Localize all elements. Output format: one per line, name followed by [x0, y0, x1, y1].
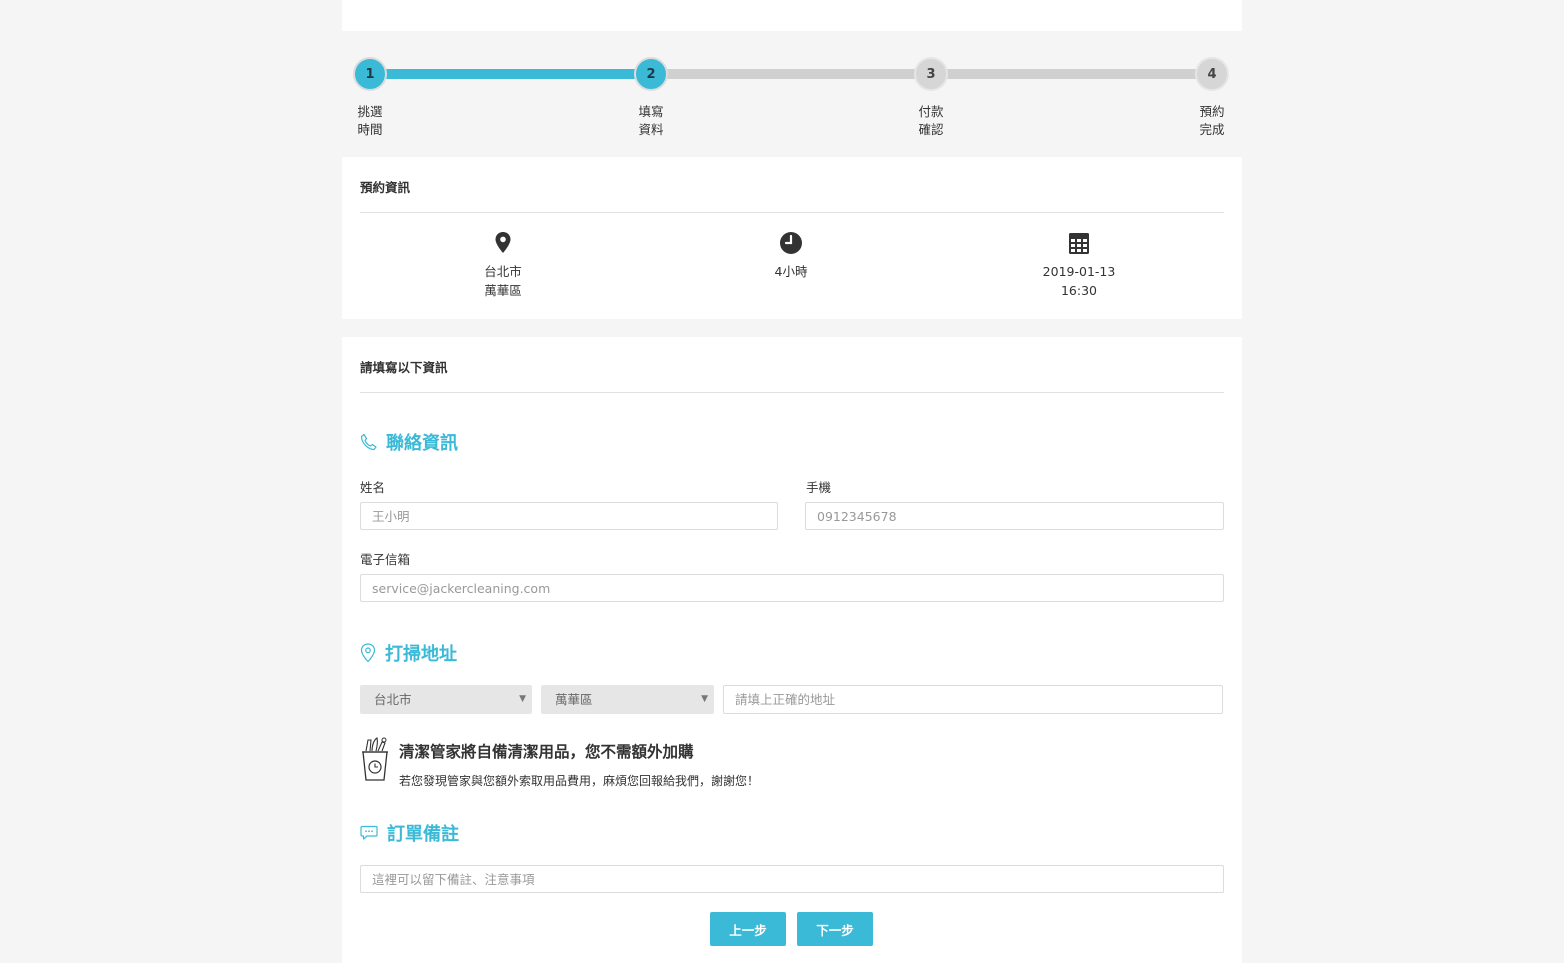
next-step-button[interactable]: 下一步 [797, 912, 873, 946]
progress-stepper: 1 2 3 4 挑選 時間 填寫 資料 付款 確認 預約 完成 [342, 31, 1242, 157]
stepper-track-fill [370, 69, 651, 79]
map-pin-icon [495, 232, 511, 253]
address-section-heading: 打掃地址 [360, 640, 457, 666]
step-1-circle: 1 [353, 57, 387, 91]
chevron-down-icon: ▼ [519, 694, 526, 704]
form-title: 請填寫以下資訊 [360, 360, 448, 375]
city-select-value: 台北市 [374, 692, 412, 707]
booking-district: 萬華區 [484, 283, 522, 298]
step-3-label-line1: 付款 [918, 104, 944, 119]
remarks-heading-text: 訂單備註 [387, 824, 459, 845]
booking-duration: 4小時 [691, 231, 891, 281]
stepper-track [370, 69, 1212, 79]
step-2-circle: 2 [634, 57, 668, 91]
name-label: 姓名 [360, 480, 386, 495]
booking-location: 台北市 萬華區 [403, 231, 603, 300]
step-1-label-line2: 時間 [357, 122, 383, 137]
contact-heading-text: 聯絡資訊 [386, 433, 458, 454]
step-4-label: 預約 完成 [1182, 103, 1242, 139]
email-label: 電子信箱 [360, 552, 411, 567]
page-container: 1 2 3 4 挑選 時間 填寫 資料 付款 確認 預約 完成 預約資訊 台北市… [342, 0, 1242, 963]
step-4-circle: 4 [1195, 57, 1229, 91]
step-3-label: 付款 確認 [901, 103, 961, 139]
email-input[interactable] [360, 574, 1224, 602]
booking-info-title: 預約資訊 [360, 180, 411, 195]
booking-city: 台北市 [484, 264, 522, 279]
step-2-label-line2: 資料 [638, 122, 664, 137]
district-select[interactable]: 萬華區 ▼ [541, 685, 714, 714]
step-2-label-line1: 填寫 [638, 104, 664, 119]
chat-bubble-icon [360, 825, 378, 840]
location-pin-icon [360, 643, 376, 663]
booking-datetime: 2019-01-13 16:30 [979, 231, 1179, 300]
city-select[interactable]: 台北市 ▼ [360, 685, 532, 714]
step-1-label-line1: 挑選 [357, 104, 383, 119]
remarks-section-heading: 訂單備註 [360, 820, 459, 846]
step-4-label-line1: 預約 [1199, 104, 1225, 119]
phone-label: 手機 [806, 480, 832, 495]
booking-date: 2019-01-13 [1042, 264, 1116, 279]
top-band [342, 0, 1242, 31]
previous-step-button[interactable]: 上一步 [710, 912, 786, 946]
supplies-notice-subtitle: 若您發現管家與您額外索取用品費用，麻煩您回報給我們，謝謝您！ [399, 774, 760, 788]
form-divider [360, 392, 1224, 393]
remarks-input[interactable] [360, 865, 1224, 893]
calendar-icon [1069, 233, 1089, 254]
phone-input[interactable] [805, 502, 1224, 530]
clock-icon [780, 232, 802, 254]
street-address-input[interactable] [723, 685, 1223, 714]
address-heading-text: 打掃地址 [385, 644, 457, 665]
phone-icon [360, 433, 377, 451]
booking-info-card: 預約資訊 台北市 萬華區 4小時 2019-01-13 16:30 [342, 157, 1242, 319]
step-1-label: 挑選 時間 [340, 103, 400, 139]
supplies-notice-title: 清潔管家將自備清潔用品，您不需額外加購 [399, 743, 694, 761]
name-input[interactable] [360, 502, 778, 530]
step-3-label-line2: 確認 [918, 122, 944, 137]
booking-duration-value: 4小時 [774, 264, 808, 279]
booking-time: 16:30 [1060, 283, 1098, 298]
chevron-down-icon: ▼ [701, 694, 708, 704]
district-select-value: 萬華區 [555, 692, 593, 707]
step-2-label: 填寫 資料 [621, 103, 681, 139]
step-3-circle: 3 [914, 57, 948, 91]
step-4-label-line2: 完成 [1199, 122, 1225, 137]
cleaning-supplies-icon [362, 737, 388, 781]
booking-info-divider [360, 212, 1224, 213]
contact-section-heading: 聯絡資訊 [360, 429, 458, 455]
booking-form-card: 請填寫以下資訊 聯絡資訊 姓名 手機 電子信箱 打掃地址 台北市 ▼ [342, 337, 1242, 963]
